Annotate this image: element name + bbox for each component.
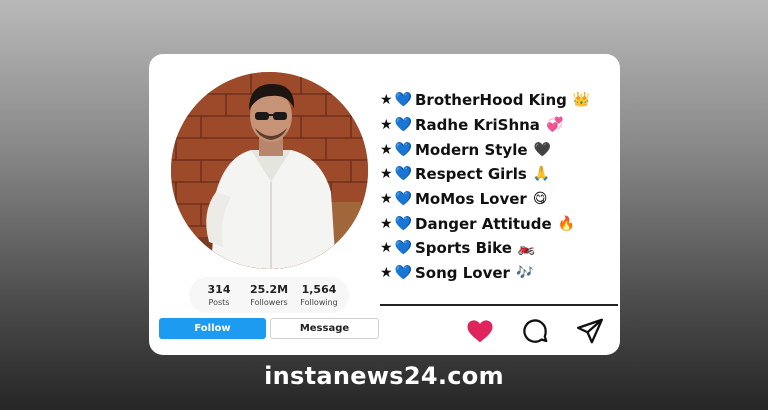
bio-line-text: Sports Bike — [415, 239, 512, 258]
site-watermark: instanews24.com — [264, 362, 504, 390]
fire-icon: 🔥 — [557, 215, 576, 232]
send-icon[interactable] — [575, 316, 605, 346]
profile-avatar[interactable] — [171, 72, 368, 269]
bio-line: ★ 💙 BrotherHood King 👑 — [380, 88, 620, 113]
stat-followers-value: 25.2M — [249, 283, 289, 296]
blue-heart-icon: 💙 — [394, 166, 412, 183]
folded-hands-icon: 🙏 — [532, 166, 551, 183]
bio-line-text: MoMos Lover — [415, 190, 527, 209]
yum-face-icon: 😋 — [532, 191, 548, 208]
blue-heart-icon: 💙 — [394, 240, 412, 257]
heart-icon[interactable] — [465, 316, 495, 346]
crown-icon: 👑 — [572, 92, 591, 109]
stat-posts-value: 314 — [207, 283, 231, 296]
avatar-photo — [171, 72, 368, 269]
stat-posts[interactable]: 314 Posts — [195, 277, 243, 313]
music-notes-icon: 🎶 — [515, 265, 534, 282]
star-icon: ★ — [380, 117, 393, 134]
bio-divider — [380, 304, 618, 306]
bio-line-text: Respect Girls — [415, 165, 527, 184]
bio-line: ★ 💙 Radhe KriShna 💞 — [380, 113, 620, 138]
bio-line-text: BrotherHood King — [415, 91, 567, 110]
bio-line: ★ 💙 Sports Bike 🏍️ — [380, 236, 620, 261]
blue-heart-icon: 💙 — [394, 265, 412, 282]
stat-posts-label: Posts — [208, 298, 230, 307]
bio-line-text: Danger Attitude — [415, 214, 552, 233]
stat-following-value: 1,564 — [301, 283, 337, 296]
star-icon: ★ — [380, 166, 393, 183]
bio-line-text: Song Lover — [415, 264, 510, 283]
blue-heart-icon: 💙 — [394, 191, 412, 208]
bio-line: ★ 💙 Song Lover 🎶 — [380, 261, 620, 286]
bio-line: ★ 💙 MoMos Lover 😋 — [380, 187, 620, 212]
profile-stats: 314 Posts 25.2M Followers 1,564 Followin… — [189, 277, 349, 313]
post-actions — [465, 316, 615, 346]
blue-heart-icon: 💙 — [394, 92, 412, 109]
stat-following[interactable]: 1,564 Following — [295, 277, 343, 313]
comment-icon[interactable] — [520, 316, 550, 346]
stat-following-label: Following — [300, 298, 338, 307]
two-hearts-icon: 💞 — [545, 117, 564, 134]
motorcycle-icon: 🏍️ — [517, 240, 536, 257]
stat-followers-label: Followers — [250, 298, 288, 307]
black-heart-icon: 🖤 — [533, 141, 551, 158]
bio-line-text: Radhe KriShna — [415, 116, 540, 135]
bio-line: ★ 💙 Modern Style 🖤 — [380, 137, 620, 162]
star-icon: ★ — [380, 191, 393, 208]
bio-line: ★ 💙 Respect Girls 🙏 — [380, 162, 620, 187]
blue-heart-icon: 💙 — [394, 141, 412, 158]
star-icon: ★ — [380, 215, 393, 232]
message-button[interactable]: Message — [270, 318, 379, 339]
blue-heart-icon: 💙 — [394, 117, 412, 134]
star-icon: ★ — [380, 240, 393, 257]
bio-list: ★ 💙 BrotherHood King 👑 ★ 💙 Radhe KriShna 💞 ★ 💙 M… — [380, 88, 620, 286]
stat-followers[interactable]: 25.2M Followers — [245, 277, 293, 313]
bio-line: ★ 💙 Danger Attitude 🔥 — [380, 211, 620, 236]
star-icon: ★ — [380, 92, 393, 109]
profile-card: 314 Posts 25.2M Followers 1,564 Followin… — [149, 54, 620, 355]
follow-button[interactable]: Follow — [159, 318, 266, 339]
bio-line-text: Modern Style — [415, 140, 528, 159]
star-icon: ★ — [380, 141, 393, 158]
star-icon: ★ — [380, 265, 393, 282]
blue-heart-icon: 💙 — [394, 215, 412, 232]
